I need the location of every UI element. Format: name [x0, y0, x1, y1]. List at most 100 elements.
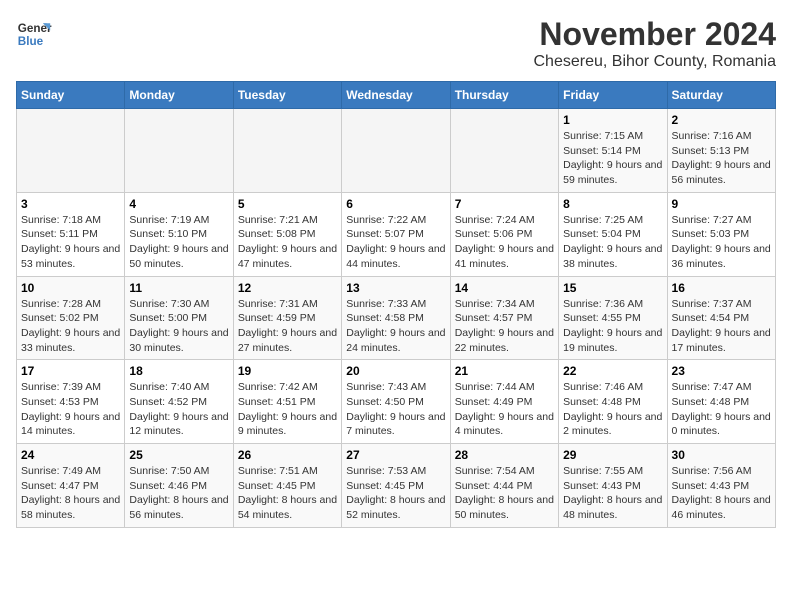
logo: General Blue	[16, 16, 52, 52]
calendar-day-cell: 9Sunrise: 7:27 AM Sunset: 5:03 PM Daylig…	[667, 192, 775, 276]
calendar-day-cell: 28 Sunrise: 7:54 AM Sunset: 4:44 PM Dayli…	[450, 444, 558, 528]
calendar-day-cell: 3Sunrise: 7:18 AM Sunset: 5:11 PM Daylig…	[17, 192, 125, 276]
day-number: 2	[672, 113, 771, 127]
day-number: 16	[672, 281, 771, 295]
day-info: Sunrise: 7:53 AM Sunset: 4:45 PM Dayligh…	[346, 464, 445, 523]
day-info: Sunrise: 7:44 AM Sunset: 4:49 PM Dayligh…	[455, 380, 554, 439]
day-info: Sunrise: 7:56 AM Sunset: 4:43 PM Dayligh…	[672, 464, 771, 523]
calendar-weekday-header: Saturday	[667, 82, 775, 109]
header: General Blue November 2024 Chesereu, Bih…	[16, 16, 776, 71]
day-number: 6	[346, 197, 445, 211]
day-number: 30	[672, 448, 771, 462]
day-info: Sunrise: 7:50 AM Sunset: 4:46 PM Dayligh…	[129, 464, 228, 523]
calendar-day-cell	[17, 109, 125, 193]
day-info: Sunrise: 7:19 AM Sunset: 5:10 PM Dayligh…	[129, 213, 228, 272]
calendar-week-row: 24 Sunrise: 7:49 AM Sunset: 4:47 PM Dayli…	[17, 444, 776, 528]
day-number: 7	[455, 197, 554, 211]
day-info: Sunrise: 7:47 AM Sunset: 4:48 PM Dayligh…	[672, 380, 771, 439]
day-info: Sunrise: 7:22 AM Sunset: 5:07 PM Dayligh…	[346, 213, 445, 272]
calendar-day-cell: 1 Sunrise: 7:15 AM Sunset: 5:14 PM Daylig…	[559, 109, 667, 193]
calendar-weekday-header: Wednesday	[342, 82, 450, 109]
day-number: 21	[455, 364, 554, 378]
calendar-weekday-header: Tuesday	[233, 82, 341, 109]
calendar-day-cell: 29 Sunrise: 7:55 AM Sunset: 4:43 PM Dayli…	[559, 444, 667, 528]
day-number: 28	[455, 448, 554, 462]
calendar-day-cell: 23 Sunrise: 7:47 AM Sunset: 4:48 PM Dayli…	[667, 360, 775, 444]
day-info: Sunrise: 7:34 AM Sunset: 4:57 PM Dayligh…	[455, 297, 554, 356]
day-number: 19	[238, 364, 337, 378]
day-number: 29	[563, 448, 662, 462]
calendar-day-cell	[125, 109, 233, 193]
calendar-day-cell: 15 Sunrise: 7:36 AM Sunset: 4:55 PM Dayli…	[559, 276, 667, 360]
calendar-weekday-header: Thursday	[450, 82, 558, 109]
calendar-day-cell: 11 Sunrise: 7:30 AM Sunset: 5:00 PM Dayli…	[125, 276, 233, 360]
calendar-day-cell: 5 Sunrise: 7:21 AM Sunset: 5:08 PM Daylig…	[233, 192, 341, 276]
day-info: Sunrise: 7:39 AM Sunset: 4:53 PM Dayligh…	[21, 380, 120, 439]
calendar-day-cell: 14 Sunrise: 7:34 AM Sunset: 4:57 PM Dayli…	[450, 276, 558, 360]
day-number: 12	[238, 281, 337, 295]
calendar-day-cell: 10 Sunrise: 7:28 AM Sunset: 5:02 PM Dayli…	[17, 276, 125, 360]
calendar-day-cell: 18 Sunrise: 7:40 AM Sunset: 4:52 PM Dayli…	[125, 360, 233, 444]
calendar-day-cell: 24 Sunrise: 7:49 AM Sunset: 4:47 PM Dayli…	[17, 444, 125, 528]
day-info: Sunrise: 7:46 AM Sunset: 4:48 PM Dayligh…	[563, 380, 662, 439]
day-number: 1	[563, 113, 662, 127]
day-number: 5	[238, 197, 337, 211]
calendar-day-cell: 20Sunrise: 7:43 AM Sunset: 4:50 PM Dayli…	[342, 360, 450, 444]
day-info: Sunrise: 7:51 AM Sunset: 4:45 PM Dayligh…	[238, 464, 337, 523]
day-number: 18	[129, 364, 228, 378]
calendar-day-cell: 12 Sunrise: 7:31 AM Sunset: 4:59 PM Dayli…	[233, 276, 341, 360]
calendar-week-row: 17Sunrise: 7:39 AM Sunset: 4:53 PM Dayli…	[17, 360, 776, 444]
calendar-table: SundayMondayTuesdayWednesdayThursdayFrid…	[16, 81, 776, 528]
day-info: Sunrise: 7:40 AM Sunset: 4:52 PM Dayligh…	[129, 380, 228, 439]
calendar-day-cell: 13 Sunrise: 7:33 AM Sunset: 4:58 PM Dayli…	[342, 276, 450, 360]
calendar-day-cell: 19 Sunrise: 7:42 AM Sunset: 4:51 PM Dayli…	[233, 360, 341, 444]
day-info: Sunrise: 7:24 AM Sunset: 5:06 PM Dayligh…	[455, 213, 554, 272]
day-info: Sunrise: 7:21 AM Sunset: 5:08 PM Dayligh…	[238, 213, 337, 272]
day-number: 22	[563, 364, 662, 378]
day-info: Sunrise: 7:37 AM Sunset: 4:54 PM Dayligh…	[672, 297, 771, 356]
day-info: Sunrise: 7:25 AM Sunset: 5:04 PM Dayligh…	[563, 213, 662, 272]
calendar-day-cell: 30 Sunrise: 7:56 AM Sunset: 4:43 PM Dayli…	[667, 444, 775, 528]
day-number: 27	[346, 448, 445, 462]
calendar-day-cell: 22 Sunrise: 7:46 AM Sunset: 4:48 PM Dayli…	[559, 360, 667, 444]
day-info: Sunrise: 7:30 AM Sunset: 5:00 PM Dayligh…	[129, 297, 228, 356]
day-info: Sunrise: 7:27 AM Sunset: 5:03 PM Dayligh…	[672, 213, 771, 272]
day-info: Sunrise: 7:31 AM Sunset: 4:59 PM Dayligh…	[238, 297, 337, 356]
calendar-day-cell	[233, 109, 341, 193]
day-number: 26	[238, 448, 337, 462]
day-info: Sunrise: 7:43 AM Sunset: 4:50 PM Dayligh…	[346, 380, 445, 439]
calendar-day-cell: 17Sunrise: 7:39 AM Sunset: 4:53 PM Dayli…	[17, 360, 125, 444]
day-info: Sunrise: 7:36 AM Sunset: 4:55 PM Dayligh…	[563, 297, 662, 356]
day-number: 24	[21, 448, 120, 462]
calendar-day-cell: 16 Sunrise: 7:37 AM Sunset: 4:54 PM Dayli…	[667, 276, 775, 360]
day-number: 23	[672, 364, 771, 378]
calendar-week-row: 3Sunrise: 7:18 AM Sunset: 5:11 PM Daylig…	[17, 192, 776, 276]
day-number: 10	[21, 281, 120, 295]
calendar-day-cell: 8Sunrise: 7:25 AM Sunset: 5:04 PM Daylig…	[559, 192, 667, 276]
calendar-weekday-header: Monday	[125, 82, 233, 109]
day-number: 3	[21, 197, 120, 211]
day-number: 13	[346, 281, 445, 295]
day-number: 15	[563, 281, 662, 295]
day-info: Sunrise: 7:55 AM Sunset: 4:43 PM Dayligh…	[563, 464, 662, 523]
calendar-day-cell: 2Sunrise: 7:16 AM Sunset: 5:13 PM Daylig…	[667, 109, 775, 193]
day-info: Sunrise: 7:33 AM Sunset: 4:58 PM Dayligh…	[346, 297, 445, 356]
title-area: November 2024 Chesereu, Bihor County, Ro…	[534, 16, 777, 71]
calendar-day-cell	[342, 109, 450, 193]
day-info: Sunrise: 7:54 AM Sunset: 4:44 PM Dayligh…	[455, 464, 554, 523]
day-info: Sunrise: 7:42 AM Sunset: 4:51 PM Dayligh…	[238, 380, 337, 439]
calendar-day-cell: 7 Sunrise: 7:24 AM Sunset: 5:06 PM Daylig…	[450, 192, 558, 276]
day-number: 4	[129, 197, 228, 211]
day-number: 14	[455, 281, 554, 295]
calendar-day-cell: 21 Sunrise: 7:44 AM Sunset: 4:49 PM Dayli…	[450, 360, 558, 444]
calendar-weekday-header: Friday	[559, 82, 667, 109]
day-number: 25	[129, 448, 228, 462]
calendar-day-cell: 6 Sunrise: 7:22 AM Sunset: 5:07 PM Daylig…	[342, 192, 450, 276]
day-info: Sunrise: 7:28 AM Sunset: 5:02 PM Dayligh…	[21, 297, 120, 356]
day-info: Sunrise: 7:49 AM Sunset: 4:47 PM Dayligh…	[21, 464, 120, 523]
day-info: Sunrise: 7:15 AM Sunset: 5:14 PM Dayligh…	[563, 129, 662, 188]
calendar-day-cell	[450, 109, 558, 193]
day-number: 11	[129, 281, 228, 295]
calendar-day-cell: 4 Sunrise: 7:19 AM Sunset: 5:10 PM Daylig…	[125, 192, 233, 276]
calendar-week-row: 10 Sunrise: 7:28 AM Sunset: 5:02 PM Dayli…	[17, 276, 776, 360]
